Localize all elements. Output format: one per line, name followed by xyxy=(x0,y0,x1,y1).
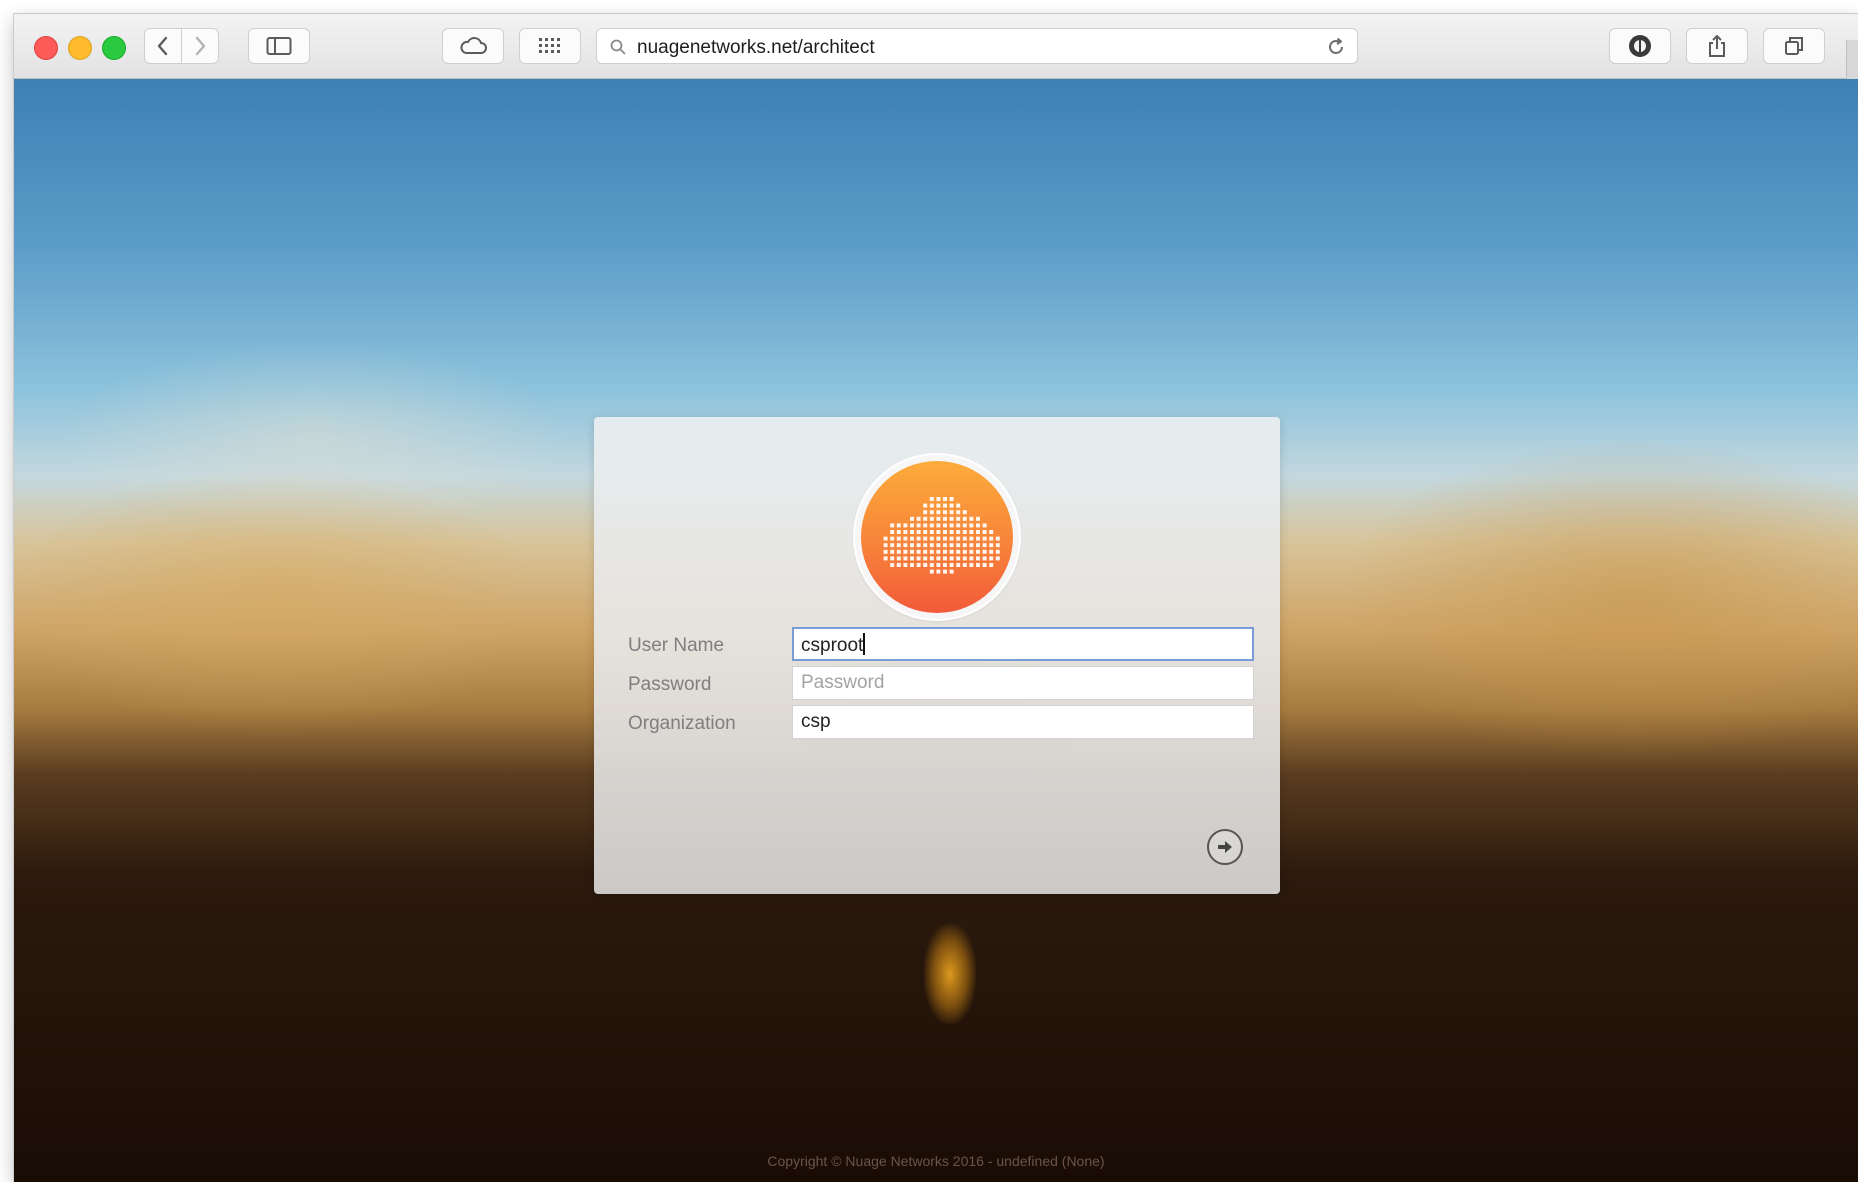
privacy-button[interactable] xyxy=(1609,28,1671,64)
forward-button[interactable] xyxy=(181,28,219,64)
browser-toolbar: nuagenetworks.net/architect xyxy=(14,14,1858,80)
search-icon xyxy=(610,39,626,55)
username-label: User Name xyxy=(628,635,725,656)
logo-frame xyxy=(855,455,1019,619)
text-caret xyxy=(863,633,866,655)
copyright-text: Copyright © Nuage Networks 2016 - undefi… xyxy=(767,1153,1105,1169)
top-sites-icon xyxy=(539,38,560,53)
reload-icon[interactable] xyxy=(1325,36,1347,58)
sidebar-button[interactable] xyxy=(248,28,310,64)
web-page: User Name csproot Password Password Orga… xyxy=(14,79,1858,1182)
tabs-overview-icon xyxy=(1785,37,1803,55)
forward-icon xyxy=(195,36,206,56)
password-label: Password xyxy=(628,674,712,695)
login-submit-button[interactable] xyxy=(1207,829,1243,865)
top-sites-button[interactable] xyxy=(519,28,581,64)
close-window-button[interactable] xyxy=(34,36,58,60)
username-input[interactable]: csproot xyxy=(792,627,1254,661)
login-panel: User Name csproot Password Password Orga… xyxy=(594,417,1280,894)
tabs-overview-button[interactable] xyxy=(1763,28,1825,64)
zoom-window-button[interactable] xyxy=(102,36,126,60)
new-tab-button[interactable] xyxy=(1846,40,1858,80)
icloud-tabs-button[interactable] xyxy=(442,28,504,64)
address-bar[interactable]: nuagenetworks.net/architect xyxy=(596,28,1358,64)
privacy-icon xyxy=(1629,35,1651,57)
username-value: csproot xyxy=(801,635,864,656)
back-icon xyxy=(157,36,168,56)
organization-label: Organization xyxy=(628,713,736,734)
organization-input[interactable]: csp xyxy=(792,705,1254,739)
minimize-window-button[interactable] xyxy=(68,36,92,60)
sidebar-icon xyxy=(266,37,292,55)
road-marking xyxy=(924,924,976,1024)
nuage-cloud-logo-icon xyxy=(861,461,1013,613)
icloud-icon xyxy=(460,37,487,54)
url-text: nuagenetworks.net/architect xyxy=(637,37,875,58)
cloud-dots-graphic xyxy=(883,497,1000,574)
password-placeholder: Password xyxy=(801,672,885,693)
share-icon xyxy=(1709,34,1725,57)
arrow-right-circle-icon xyxy=(1218,841,1232,853)
share-button[interactable] xyxy=(1686,28,1748,64)
password-input[interactable]: Password xyxy=(792,666,1254,700)
browser-window: nuagenetworks.net/architect User Name cs… xyxy=(14,14,1858,1182)
organization-value: csp xyxy=(801,711,831,732)
back-button[interactable] xyxy=(144,28,182,64)
